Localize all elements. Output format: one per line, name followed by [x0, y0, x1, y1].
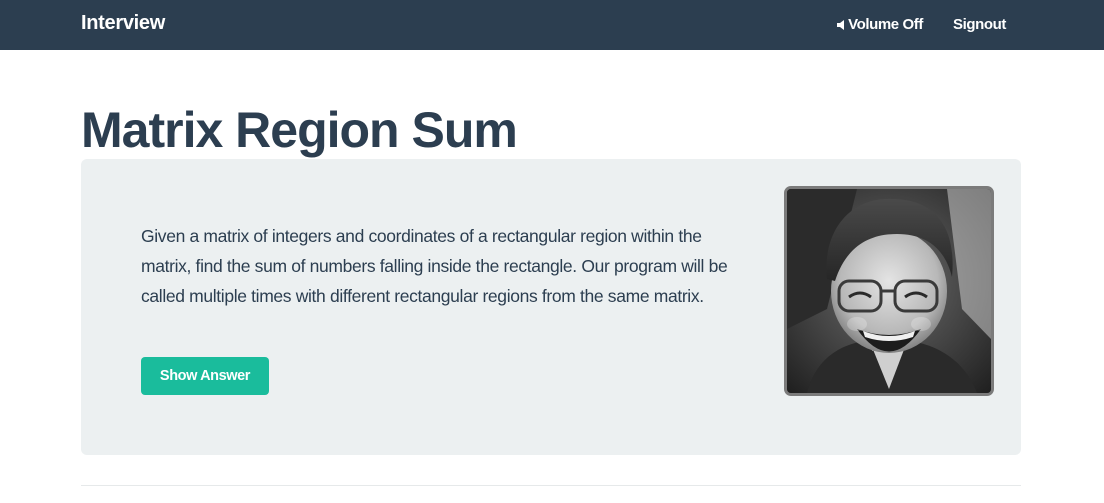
- brand-link[interactable]: Interview: [81, 12, 165, 35]
- volume-toggle[interactable]: Volume Off: [837, 16, 923, 33]
- interviewer-portrait-image: [787, 189, 991, 393]
- interviewer-photo: [784, 186, 994, 396]
- signout-link[interactable]: Signout: [953, 16, 1006, 33]
- volume-label: Volume Off: [848, 16, 923, 33]
- divider: [81, 485, 1021, 486]
- navbar: Interview Volume Off Signout: [0, 0, 1104, 50]
- show-answer-button[interactable]: Show Answer: [141, 357, 269, 395]
- nav-right: Volume Off Signout: [837, 16, 1006, 33]
- question-text: Given a matrix of integers and coordinat…: [141, 226, 728, 306]
- page-title: Matrix Region Sum: [81, 102, 518, 158]
- question-panel: Given a matrix of integers and coordinat…: [81, 159, 1021, 455]
- speaker-icon: [837, 19, 845, 30]
